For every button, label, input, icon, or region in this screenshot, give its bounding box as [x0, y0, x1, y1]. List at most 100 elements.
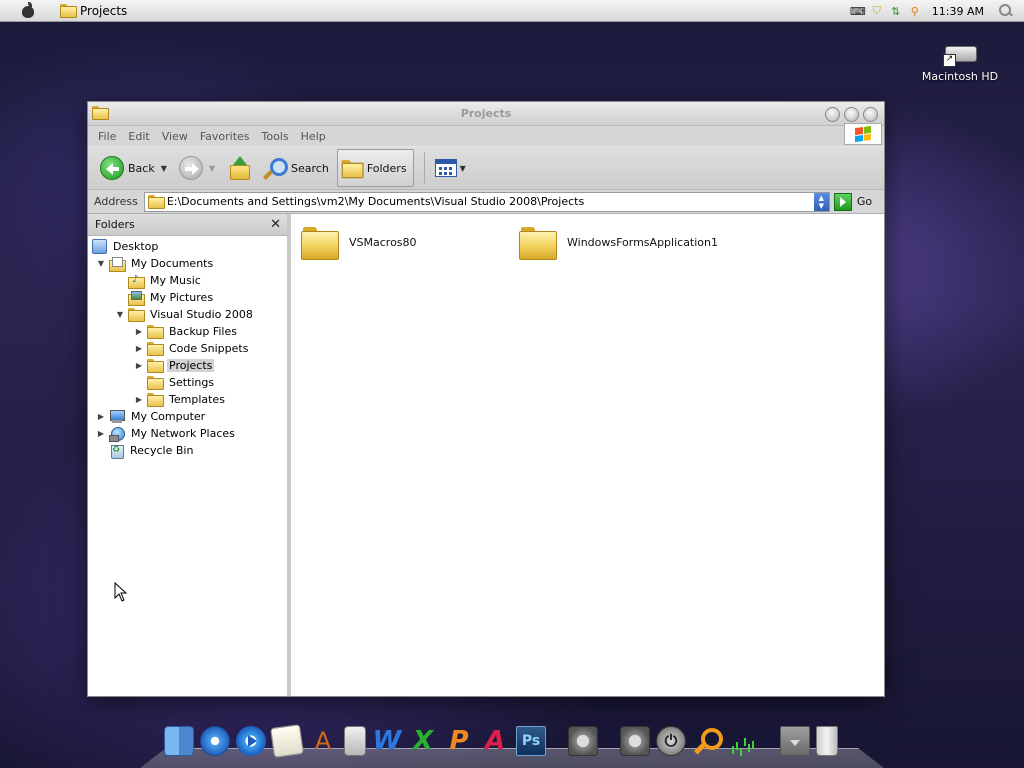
file-label: WindowsFormsApplication1 [567, 235, 719, 249]
menu-file[interactable]: File [98, 130, 116, 143]
expand-arrow-down-icon[interactable]: ▼ [96, 259, 106, 269]
window-menu-bar: File Edit View Favorites Tools Help [88, 123, 884, 146]
network-icon[interactable]: ⇅ [888, 3, 904, 19]
finder-icon[interactable] [164, 726, 194, 756]
expand-arrow-right-icon[interactable]: ▶ [134, 361, 144, 371]
tree-item[interactable]: ▶My Music [88, 272, 287, 289]
apple-menu-icon[interactable] [19, 1, 37, 20]
forward-dropdown-icon[interactable]: ▼ [209, 164, 215, 173]
word-icon[interactable]: W [372, 726, 402, 756]
expand-arrow-right-icon[interactable]: ▶ [96, 412, 106, 422]
spotlight-icon[interactable] [692, 726, 723, 756]
search-button[interactable]: Search [259, 150, 333, 186]
tree-item[interactable]: ▶ Code Snippets [88, 340, 287, 357]
menubar-active-app[interactable]: Projects [60, 4, 127, 18]
address-value[interactable]: E:\Documents and Settings\vm2\My Documen… [167, 195, 584, 208]
back-button[interactable]: Back ▼ [96, 150, 171, 186]
tree-item[interactable]: ▶ Backup Files [88, 323, 287, 340]
desktop-icon-macintosh-hd[interactable]: Macintosh HD [920, 42, 1000, 83]
address-dropdown-button[interactable]: ▲ ▼ [813, 192, 829, 211]
search-label: Search [291, 161, 329, 175]
close-button[interactable] [863, 107, 878, 122]
tree-item[interactable]: ▶Settings [88, 374, 287, 391]
folder-icon [147, 393, 164, 407]
tree-item-label: Backup Files [169, 325, 237, 338]
notes-icon[interactable] [270, 724, 304, 758]
calculator-icon[interactable] [344, 726, 366, 756]
tree-item[interactable]: ▶ My Computer [88, 408, 287, 425]
expand-arrow-right-icon[interactable]: ▶ [134, 327, 144, 337]
safari-icon[interactable] [200, 726, 230, 756]
go-button[interactable]: Go [833, 192, 872, 211]
tree-item-label: My Music [150, 274, 201, 287]
maximize-button[interactable] [844, 107, 859, 122]
menu-view[interactable]: View [162, 130, 188, 143]
address-input[interactable]: E:\Documents and Settings\vm2\My Documen… [143, 191, 830, 212]
expand-arrow-down-icon[interactable]: ▼ [115, 310, 125, 320]
folder-icon [147, 342, 164, 356]
minimize-button[interactable] [825, 107, 840, 122]
close-icon[interactable]: ✕ [270, 217, 281, 232]
tree-item[interactable]: ▼ My Documents [88, 255, 287, 272]
stack-icon[interactable] [780, 726, 810, 756]
menu-tools[interactable]: Tools [262, 130, 289, 143]
security-shield-icon[interactable]: ⛉ [869, 3, 885, 19]
tree-item-label: Projects [167, 359, 215, 372]
system-preferences-2-icon[interactable] [620, 726, 650, 756]
activity-monitor-icon[interactable] [728, 726, 758, 756]
folders-button[interactable]: Folders [336, 149, 414, 187]
folder-icon [519, 225, 557, 260]
photoshop-icon[interactable]: Ps [516, 726, 546, 756]
desktop-icon [92, 239, 107, 254]
expand-arrow-right-icon[interactable]: ▶ [134, 395, 144, 405]
tree-item-label: Recycle Bin [130, 444, 194, 457]
menubar-clock[interactable]: 11:39 AM [932, 5, 984, 18]
menubar-status-area: ⌨ ⛉ ⇅ ⚲ 11:39 AM [850, 0, 1024, 22]
folder-icon [128, 308, 145, 322]
back-dropdown-icon[interactable]: ▼ [161, 164, 167, 173]
top-menu-bar: Projects ⌨ ⛉ ⇅ ⚲ 11:39 AM [0, 0, 1024, 22]
magnifier-icon[interactable]: ⚲ [907, 3, 923, 19]
menu-favorites[interactable]: Favorites [200, 130, 250, 143]
excel-icon[interactable]: X [408, 726, 438, 756]
menu-help[interactable]: Help [301, 130, 326, 143]
tree-item[interactable]: ▶My Pictures [88, 289, 287, 306]
views-button[interactable]: ▼ [431, 150, 470, 186]
powerpoint-icon[interactable]: P [444, 726, 474, 756]
folder-icon [60, 4, 77, 18]
forward-arrow-icon [178, 156, 203, 180]
up-folder-icon [227, 156, 251, 180]
tree-item[interactable]: ▶Recycle Bin [88, 442, 287, 459]
trash-icon[interactable] [816, 726, 838, 756]
up-folder-button[interactable] [223, 150, 255, 186]
menu-edit[interactable]: Edit [128, 130, 149, 143]
tree-item-label: My Documents [131, 257, 214, 270]
keyboard-icon[interactable]: ⌨ [850, 3, 866, 19]
tree-item[interactable]: ▶ Projects [88, 357, 287, 374]
views-dropdown-icon[interactable]: ▼ [460, 164, 466, 173]
spotlight-search-icon[interactable] [998, 3, 1014, 19]
tree-item-label: Templates [169, 393, 225, 406]
tree-item-label: Settings [169, 376, 215, 389]
access-icon[interactable]: A [480, 726, 510, 756]
file-item-windowsformsapplication1[interactable]: WindowsFormsApplication1 [519, 225, 719, 260]
go-arrow-icon [833, 192, 852, 211]
expand-arrow-right-icon[interactable]: ▶ [96, 429, 106, 439]
file-item-vsmacros80[interactable]: VSMacros80 [301, 225, 417, 260]
tree-item-label: Visual Studio 2008 [150, 308, 253, 321]
applications-icon[interactable] [308, 726, 338, 756]
system-preferences-icon[interactable] [568, 726, 598, 756]
folder-tree: Desktop▼My Documents▶My Music▶My Picture… [88, 236, 287, 459]
forward-button[interactable]: ▼ [175, 150, 219, 186]
folder-icon [147, 325, 164, 339]
itunes-icon[interactable] [236, 726, 266, 756]
tree-item-label: Desktop [113, 240, 159, 253]
expand-arrow-right-icon[interactable]: ▶ [134, 344, 144, 354]
window-title: Projects [460, 107, 512, 120]
tree-item[interactable]: ▶ My Network Places [88, 425, 287, 442]
window-titlebar[interactable]: Projects [88, 102, 884, 126]
shutdown-icon[interactable] [656, 726, 686, 756]
tree-item[interactable]: ▼ Visual Studio 2008 [88, 306, 287, 323]
tree-item[interactable]: ▶ Templates [88, 391, 287, 408]
tree-item[interactable]: Desktop [88, 238, 287, 255]
